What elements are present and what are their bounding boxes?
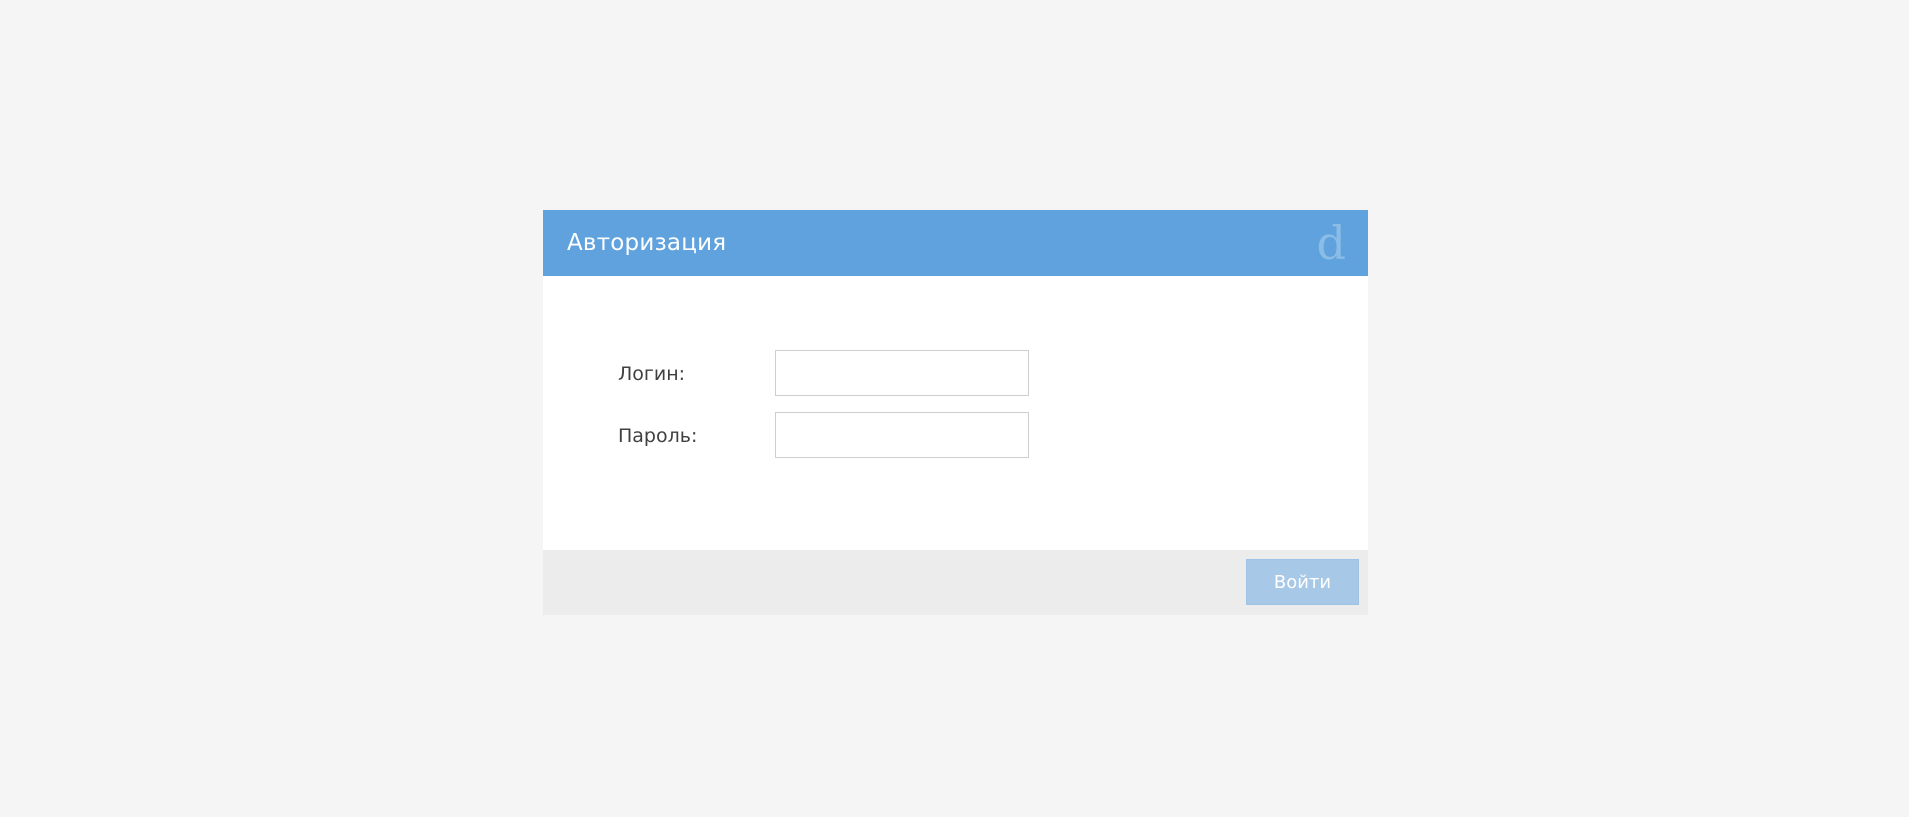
auth-dialog: Авторизация d Логин: Пароль: Войти	[543, 210, 1368, 615]
dialog-body: Логин: Пароль:	[543, 276, 1368, 559]
login-label: Логин:	[618, 363, 686, 385]
login-input[interactable]	[775, 350, 1029, 396]
login-button[interactable]: Войти	[1246, 559, 1359, 605]
password-row: Пароль:	[618, 412, 1038, 460]
password-input[interactable]	[775, 412, 1029, 458]
login-row: Логин:	[618, 350, 1038, 398]
dialog-title: Авторизация	[567, 230, 727, 256]
logo-icon: d	[1316, 216, 1346, 270]
password-label: Пароль:	[618, 425, 698, 447]
dialog-header: Авторизация d	[543, 210, 1368, 276]
dialog-footer: Войти	[543, 550, 1368, 615]
